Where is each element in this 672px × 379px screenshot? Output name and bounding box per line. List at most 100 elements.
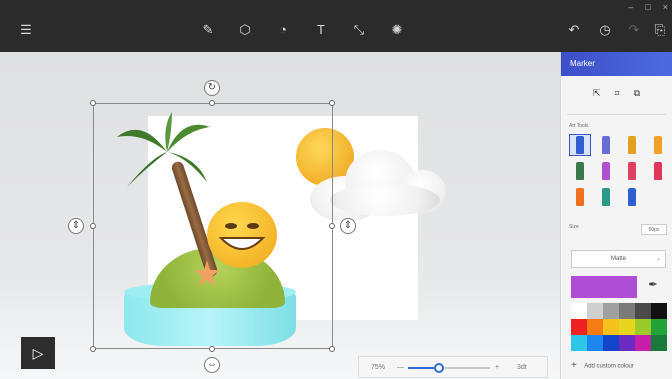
color-swatch[interactable] bbox=[619, 319, 635, 335]
art-tool-2[interactable] bbox=[621, 134, 643, 156]
window-buttons: – □ × bbox=[628, 2, 668, 12]
pencil-icon bbox=[602, 162, 610, 180]
finish-dropdown[interactable]: Matte ⌄ bbox=[571, 250, 666, 268]
drawing-canvas[interactable]: ↻ ⇕ ⇕ ⇔ bbox=[0, 52, 560, 379]
panel-divider bbox=[567, 114, 666, 115]
copy-mode-icon[interactable]: ⧉ bbox=[634, 88, 640, 104]
cube-icon[interactable]: ⬡ bbox=[237, 22, 253, 38]
tool-panel: Marker ⇱ ⌗ ⧉ Art Tools Size 50px Matte ⌄… bbox=[560, 52, 672, 379]
marker-icon bbox=[576, 136, 584, 154]
color-swatch[interactable] bbox=[571, 319, 587, 335]
art-tool-8[interactable] bbox=[569, 186, 591, 208]
color-swatch[interactable] bbox=[651, 335, 667, 351]
rotate-x-handle-icon[interactable]: ⇔ bbox=[204, 357, 220, 373]
rotate-y-right-handle-icon[interactable]: ⇕ bbox=[340, 218, 356, 234]
sticker-icon[interactable]: ◔ bbox=[275, 22, 291, 38]
zoom-fit-label[interactable]: 3dt bbox=[517, 364, 527, 371]
art-tools-grid bbox=[569, 134, 669, 208]
resize-handle-right[interactable] bbox=[329, 223, 335, 229]
fill-bucket-icon bbox=[602, 188, 610, 206]
calligraphy-pen-icon bbox=[602, 136, 610, 154]
play-button[interactable]: ▷ bbox=[21, 337, 55, 369]
add-custom-color-button[interactable]: + Add custom colour bbox=[571, 358, 667, 374]
panel-modes: ⇱ ⌗ ⧉ bbox=[561, 88, 672, 104]
art-tool-9[interactable] bbox=[595, 186, 617, 208]
history-icon[interactable]: ◷ bbox=[597, 22, 613, 38]
resize-handle-top-left[interactable] bbox=[90, 100, 96, 106]
art-tool-7[interactable] bbox=[647, 160, 669, 182]
art-tool-4[interactable] bbox=[569, 160, 591, 182]
color-swatch[interactable] bbox=[635, 319, 651, 335]
hamburger-menu-icon[interactable]: ☰ bbox=[18, 22, 34, 38]
close-button[interactable]: × bbox=[663, 2, 668, 12]
selection-box[interactable] bbox=[93, 103, 333, 349]
resize-handle-bottom-right[interactable] bbox=[329, 346, 335, 352]
rotate-z-handle-icon[interactable]: ↻ bbox=[204, 80, 220, 96]
crop-mode-icon[interactable]: ⌗ bbox=[615, 88, 620, 104]
resize-handle-bottom[interactable] bbox=[209, 346, 215, 352]
plus-icon: + bbox=[571, 360, 577, 371]
oil-brush-icon bbox=[628, 136, 636, 154]
brush-icon[interactable]: ✎ bbox=[200, 22, 216, 38]
watercolor-icon bbox=[654, 136, 662, 154]
color-swatch[interactable] bbox=[587, 319, 603, 335]
size-label: Size bbox=[569, 224, 579, 230]
redo-icon[interactable]: ↷ bbox=[626, 22, 642, 38]
color-swatch[interactable] bbox=[651, 303, 667, 319]
crop-icon[interactable]: ⤡ bbox=[351, 22, 367, 38]
resize-handle-left[interactable] bbox=[90, 223, 96, 229]
color-swatch[interactable] bbox=[651, 319, 667, 335]
size-row: Size 50px bbox=[569, 224, 667, 238]
art-tools-label: Art Tools bbox=[569, 123, 589, 129]
size-input[interactable]: 50px bbox=[641, 224, 667, 235]
color-swatch[interactable] bbox=[587, 303, 603, 319]
zoom-slider[interactable] bbox=[408, 363, 490, 373]
art-tool-10[interactable] bbox=[621, 186, 643, 208]
color-swatch[interactable] bbox=[619, 303, 635, 319]
zoom-bar: 75% — + 3dt bbox=[358, 356, 548, 378]
pixel-pen-icon bbox=[576, 162, 584, 180]
rotate-y-handle-icon[interactable]: ⇕ bbox=[68, 218, 84, 234]
resize-handle-top-right[interactable] bbox=[329, 100, 335, 106]
text-icon[interactable]: T bbox=[313, 22, 329, 38]
zoom-value: 75% bbox=[371, 364, 386, 371]
chevron-down-icon: ⌄ bbox=[655, 256, 661, 262]
line-icon bbox=[628, 188, 636, 206]
crayon-icon bbox=[654, 162, 662, 180]
maximize-button[interactable]: □ bbox=[645, 2, 650, 12]
paste-icon[interactable]: ⎘ bbox=[652, 22, 668, 38]
art-tool-6[interactable] bbox=[621, 160, 643, 182]
art-tool-5[interactable] bbox=[595, 160, 617, 182]
color-swatch[interactable] bbox=[603, 303, 619, 319]
art-tool-0[interactable] bbox=[569, 134, 591, 156]
finish-value: Matte bbox=[610, 256, 626, 262]
play-icon: ▷ bbox=[32, 345, 44, 361]
resize-handle-bottom-left[interactable] bbox=[90, 346, 96, 352]
undo-icon[interactable]: ↶ bbox=[566, 22, 582, 38]
color-swatch[interactable] bbox=[603, 319, 619, 335]
minimize-button[interactable]: – bbox=[628, 2, 633, 12]
current-color-swatch[interactable] bbox=[571, 276, 637, 298]
resize-handle-top[interactable] bbox=[209, 100, 215, 106]
zoom-in-button[interactable]: + bbox=[495, 364, 499, 371]
eraser-icon bbox=[628, 162, 636, 180]
eyedropper-icon[interactable]: ✒ bbox=[643, 278, 663, 296]
select-mode-icon[interactable]: ⇱ bbox=[593, 88, 601, 104]
art-tool-3[interactable] bbox=[647, 134, 669, 156]
color-swatch[interactable] bbox=[571, 303, 587, 319]
zoom-slider-thumb[interactable] bbox=[434, 363, 445, 373]
add-custom-color-label: Add custom colour bbox=[584, 363, 634, 370]
zoom-out-button[interactable]: — bbox=[397, 364, 404, 371]
color-palette bbox=[571, 303, 667, 351]
sun-icon[interactable]: ✺ bbox=[389, 22, 405, 38]
panel-title: Marker bbox=[561, 52, 672, 76]
color-swatch[interactable] bbox=[571, 335, 587, 351]
color-swatch[interactable] bbox=[635, 303, 651, 319]
color-swatch[interactable] bbox=[635, 335, 651, 351]
app-toolbar: – □ × ☰ ✎ ⬡ ◔ T ⤡ ✺ ↶ ◷ ↷ ⎘ bbox=[0, 0, 672, 52]
art-tool-1[interactable] bbox=[595, 134, 617, 156]
color-swatch[interactable] bbox=[603, 335, 619, 351]
color-swatch[interactable] bbox=[619, 335, 635, 351]
spray-can-icon bbox=[576, 188, 584, 206]
color-swatch[interactable] bbox=[587, 335, 603, 351]
